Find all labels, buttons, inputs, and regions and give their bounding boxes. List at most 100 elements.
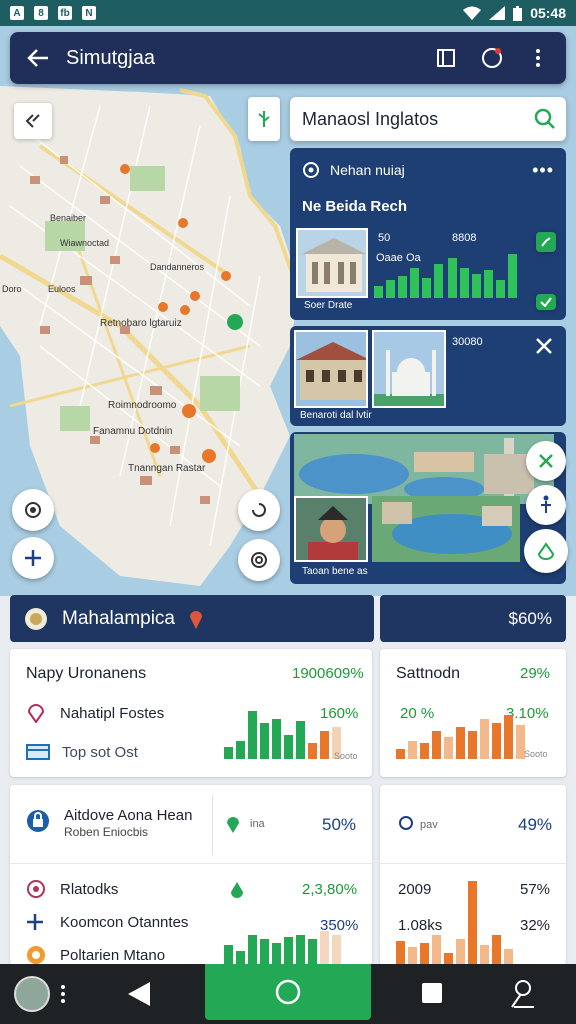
row-value: 2009 <box>398 881 432 898</box>
bar-chart <box>224 707 341 759</box>
collapse-icon[interactable] <box>14 103 52 139</box>
bar <box>492 723 501 759</box>
notification-icon: fb <box>58 6 72 20</box>
bar <box>480 719 489 759</box>
bar <box>420 943 429 965</box>
bar <box>468 881 477 965</box>
row-value: 2,3,80% <box>302 881 358 898</box>
assistant-icon[interactable] <box>510 978 536 1013</box>
bar <box>492 935 501 965</box>
thumbnail-caption: Benaroti dal lvtir <box>300 410 372 421</box>
bar-chart <box>224 927 341 965</box>
lake-thumbnail[interactable] <box>294 434 554 504</box>
bar <box>308 743 317 759</box>
stats-card[interactable]: Sattnodn 29% 20 % 3.10% Sooto <box>380 649 566 777</box>
zoom-in-icon[interactable] <box>12 537 54 579</box>
rotate-icon[interactable] <box>238 489 280 531</box>
notification-icon: N <box>82 6 96 20</box>
location-value-bar: $60% <box>380 595 566 642</box>
park-thumbnail[interactable] <box>372 496 520 562</box>
thumbnail-caption: Taoan bene as <box>302 566 368 577</box>
card-value: 50% <box>322 815 357 834</box>
plant-icon[interactable] <box>248 97 280 141</box>
row-label: Koomcon Otanntes <box>60 913 189 931</box>
bar <box>396 749 405 759</box>
bar <box>236 741 245 759</box>
map-label: Doro <box>2 284 22 294</box>
card-title-value: 1900609% <box>292 665 364 682</box>
bar <box>224 747 233 759</box>
search-bar[interactable] <box>290 97 566 141</box>
back-icon[interactable] <box>128 982 150 1011</box>
coin-icon <box>27 946 45 964</box>
row-value: 32% <box>520 917 551 934</box>
bar <box>408 741 417 759</box>
person-thumbnail[interactable] <box>294 496 368 562</box>
bar <box>444 737 453 759</box>
target-icon <box>27 880 45 898</box>
close-icon[interactable] <box>534 336 554 361</box>
row-value: 57% <box>520 881 551 898</box>
stats-card[interactable]: Napy Uronanens 1900609% Nahatipl Fostes … <box>10 649 372 777</box>
bar <box>480 945 489 965</box>
more-vert-icon[interactable] <box>60 984 66 1009</box>
card-title: Napy Uronanens <box>26 665 147 682</box>
recents-icon[interactable] <box>422 983 442 1008</box>
card-title: Sattnodn <box>396 665 461 682</box>
home-button[interactable] <box>205 964 371 1020</box>
image-panel: Benaroti dal lvtir 30080 <box>290 326 566 426</box>
bar <box>224 945 233 965</box>
bar <box>284 937 293 965</box>
layers-icon[interactable] <box>238 539 280 581</box>
bar <box>420 743 429 759</box>
pin-outline-icon <box>27 704 45 723</box>
locate-me-icon[interactable] <box>12 489 54 531</box>
mini-bar-chart <box>374 252 443 298</box>
stats-card[interactable]: Aitdove Aona Hean Roben Eniocbis ina 50%… <box>10 785 372 965</box>
more-options-icon[interactable]: ••• <box>532 160 554 181</box>
notification-icon: 8 <box>34 6 48 20</box>
stats-card[interactable]: pav 49% 2009 57% 1.08ks 32% <box>380 785 566 965</box>
building-thumbnail[interactable] <box>294 330 368 408</box>
map-label: Retnobaro lgtaruiz <box>100 318 182 329</box>
notification-icon: A <box>10 6 24 20</box>
landmark-thumbnail[interactable] <box>296 228 368 298</box>
bar <box>504 715 513 759</box>
bar <box>236 951 245 965</box>
check-icon[interactable] <box>536 294 556 310</box>
notification-bell-icon[interactable] <box>480 46 504 70</box>
avatar[interactable] <box>14 976 50 1012</box>
card-subtitle: Roben Eniocbis <box>64 825 149 839</box>
bar <box>456 939 465 965</box>
leaf-icon <box>231 882 243 898</box>
split-view-icon[interactable] <box>434 46 458 70</box>
bar <box>332 935 341 965</box>
cross-icon[interactable] <box>526 441 566 481</box>
location-value: $60% <box>508 608 552 628</box>
bar <box>396 941 405 965</box>
overflow-menu-icon[interactable] <box>526 46 550 70</box>
bar <box>320 931 329 965</box>
search-icon[interactable] <box>534 108 556 130</box>
row-label: Nahatipl Fostes <box>60 704 165 722</box>
card-title: Aitdove Aona Hean <box>64 807 193 824</box>
stat-b: 8808 <box>452 232 477 244</box>
leaf-icon[interactable] <box>524 529 568 573</box>
walk-icon[interactable] <box>526 485 566 525</box>
bar <box>320 731 329 759</box>
back-arrow-icon[interactable] <box>26 46 50 70</box>
panel-subtitle: Ne Beida Rech <box>302 197 408 215</box>
battery-icon <box>513 5 523 21</box>
bar <box>296 935 305 965</box>
location-header[interactable]: Mahalampica <box>10 595 374 642</box>
map-label: Wiawnoctad <box>60 238 109 248</box>
mosque-thumbnail[interactable] <box>372 330 446 408</box>
mini-bar-chart <box>448 252 517 298</box>
bar <box>296 721 305 759</box>
bar-chart <box>396 713 525 759</box>
location-title: Mahalampica <box>62 607 175 629</box>
card-value: 49% <box>518 815 553 834</box>
search-input[interactable] <box>302 108 534 130</box>
bar <box>432 935 441 965</box>
trend-up-icon[interactable] <box>536 232 556 252</box>
